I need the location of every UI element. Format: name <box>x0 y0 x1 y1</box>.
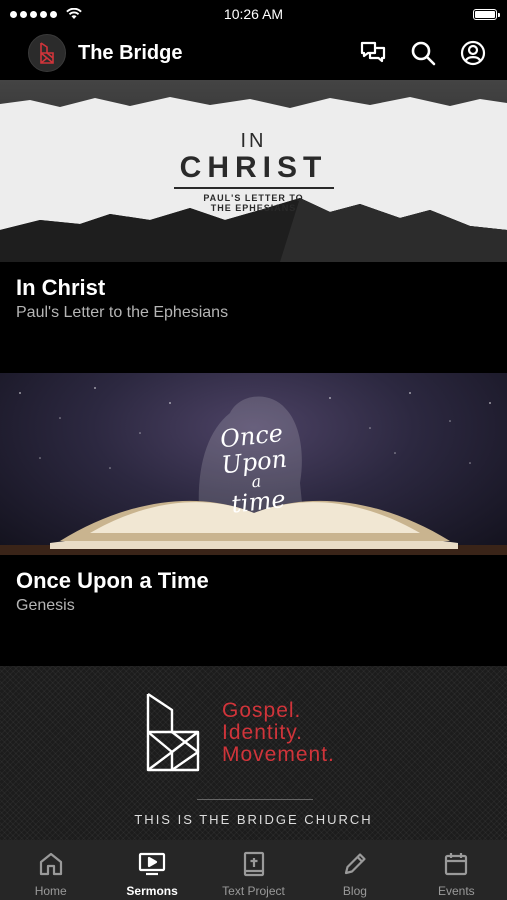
wifi-icon <box>66 8 82 19</box>
calendar-icon <box>442 850 470 878</box>
tab-sermons[interactable]: Sermons <box>101 840 202 900</box>
series-card[interactable]: IN CHRIST PAUL'S LETTER TO THE EPHESIANS… <box>0 80 507 373</box>
tab-label: Sermons <box>126 884 178 898</box>
chat-icon[interactable] <box>359 39 387 67</box>
tab-home[interactable]: Home <box>0 840 101 900</box>
sermon-series-list: IN CHRIST PAUL'S LETTER TO THE EPHESIANS… <box>0 80 507 666</box>
tab-events[interactable]: Events <box>406 840 507 900</box>
search-icon[interactable] <box>409 39 437 67</box>
status-bar: 10:26 AM <box>0 0 507 28</box>
tab-label: Blog <box>342 884 367 898</box>
bible-icon <box>240 850 268 878</box>
app-title: The Bridge <box>78 41 183 64</box>
signal-strength-icon <box>10 8 82 20</box>
series-subtitle: Genesis <box>16 597 75 614</box>
brand-tagline: Gospel. Identity. Movement. <box>222 699 335 766</box>
pencil-icon <box>341 850 369 878</box>
tab-label: Events <box>437 884 475 898</box>
tv-icon <box>138 850 166 878</box>
divider <box>197 799 313 800</box>
bridge-logo-icon <box>40 42 54 64</box>
series-title: In Christ <box>16 275 106 300</box>
tab-blog[interactable]: Blog <box>304 840 405 900</box>
church-logo-avatar[interactable] <box>28 34 66 72</box>
series-banner-title: Once Upon a time <box>218 418 289 519</box>
tab-label: Home <box>34 884 67 898</box>
church-brand-banner[interactable]: Gospel. Identity. Movement. THIS IS THE … <box>0 666 507 840</box>
home-icon <box>37 850 65 878</box>
tab-bar: Home Sermons Text Project Blog Events <box>0 840 507 900</box>
battery-icon <box>473 8 500 20</box>
series-banner-title: IN CHRIST PAUL'S LETTER TO THE EPHESIANS <box>0 130 507 213</box>
series-subtitle: Paul's Letter to the Ephesians <box>16 304 229 321</box>
tab-text-project[interactable]: Text Project <box>203 840 304 900</box>
series-banner-image: IN CHRIST PAUL'S LETTER TO THE EPHESIANS <box>0 80 507 262</box>
profile-icon[interactable] <box>459 39 487 67</box>
series-title: Once Upon a Time <box>16 568 209 593</box>
tab-label: Text Project <box>222 884 285 898</box>
brand-footer-text: THIS IS THE BRIDGE CHURCH <box>134 812 373 827</box>
app-header: The Bridge <box>0 28 507 78</box>
series-card[interactable]: Once Upon a time Once Upon a Time Genesi… <box>0 373 507 666</box>
series-banner-image: Once Upon a time <box>0 373 507 555</box>
bridge-logo-icon <box>146 693 200 772</box>
